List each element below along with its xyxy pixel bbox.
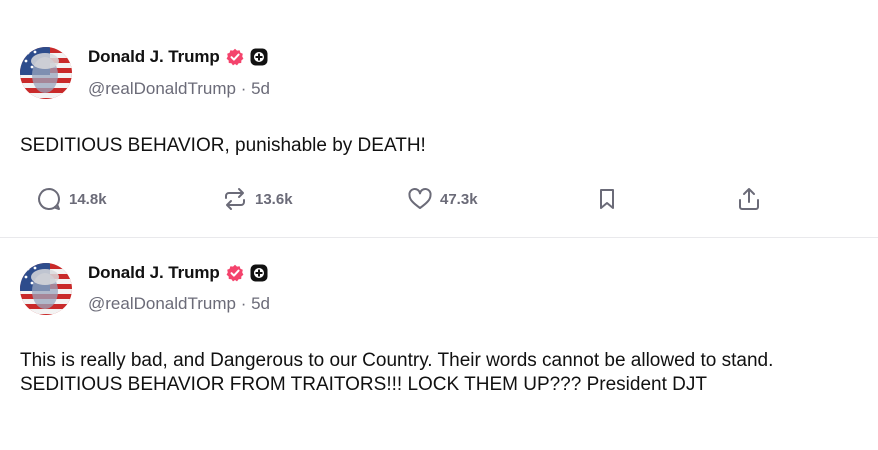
avatar[interactable] xyxy=(20,263,72,315)
reply-count: 14.8k xyxy=(69,190,107,208)
post-time[interactable]: 5d xyxy=(251,79,270,98)
bookmark-button[interactable] xyxy=(594,183,620,215)
post[interactable]: Donald J. Trump @realDonaldTrump · 5d SE… xyxy=(0,0,878,238)
verified-badge-icon xyxy=(226,48,244,66)
bookmark-icon xyxy=(594,186,620,212)
plus-badge-icon xyxy=(250,264,268,282)
like-count: 47.3k xyxy=(440,190,478,208)
reply-icon xyxy=(36,186,62,212)
author-row: Donald J. Trump xyxy=(88,47,268,67)
post-time[interactable]: 5d xyxy=(251,294,270,313)
author-handle[interactable]: @realDonaldTrump xyxy=(88,294,236,313)
author-meta: @realDonaldTrump · 5d xyxy=(88,294,270,314)
post-text-line: This is really bad, and Dangerous to our… xyxy=(20,350,774,371)
meta-separator: · xyxy=(240,79,252,98)
post-text: This is really bad, and Dangerous to our… xyxy=(20,349,870,397)
meta-separator: · xyxy=(240,294,252,313)
verified-badge-icon xyxy=(226,264,244,282)
action-bar: 14.8k 13.6k 47.3k xyxy=(0,183,878,215)
plus-badge-icon xyxy=(250,48,268,66)
author-meta: @realDonaldTrump · 5d xyxy=(88,79,270,99)
share-button[interactable] xyxy=(735,183,763,215)
author-name[interactable]: Donald J. Trump xyxy=(88,47,220,67)
post-text: SEDITIOUS BEHAVIOR, punishable by DEATH! xyxy=(20,135,426,156)
author-handle[interactable]: @realDonaldTrump xyxy=(88,79,236,98)
repost-icon xyxy=(222,186,248,212)
like-button[interactable]: 47.3k xyxy=(407,183,478,215)
post[interactable]: Donald J. Trump @realDonaldTrump · 5d Th… xyxy=(0,239,878,450)
avatar[interactable] xyxy=(20,47,72,99)
post-text-line: SEDITIOUS BEHAVIOR FROM TRAITORS!!! LOCK… xyxy=(20,374,707,395)
repost-count: 13.6k xyxy=(255,190,293,208)
repost-button[interactable]: 13.6k xyxy=(222,183,293,215)
author-name[interactable]: Donald J. Trump xyxy=(88,263,220,283)
reply-button[interactable]: 14.8k xyxy=(36,183,107,215)
author-row: Donald J. Trump xyxy=(88,263,268,283)
heart-icon xyxy=(407,186,433,212)
share-icon xyxy=(735,185,763,213)
